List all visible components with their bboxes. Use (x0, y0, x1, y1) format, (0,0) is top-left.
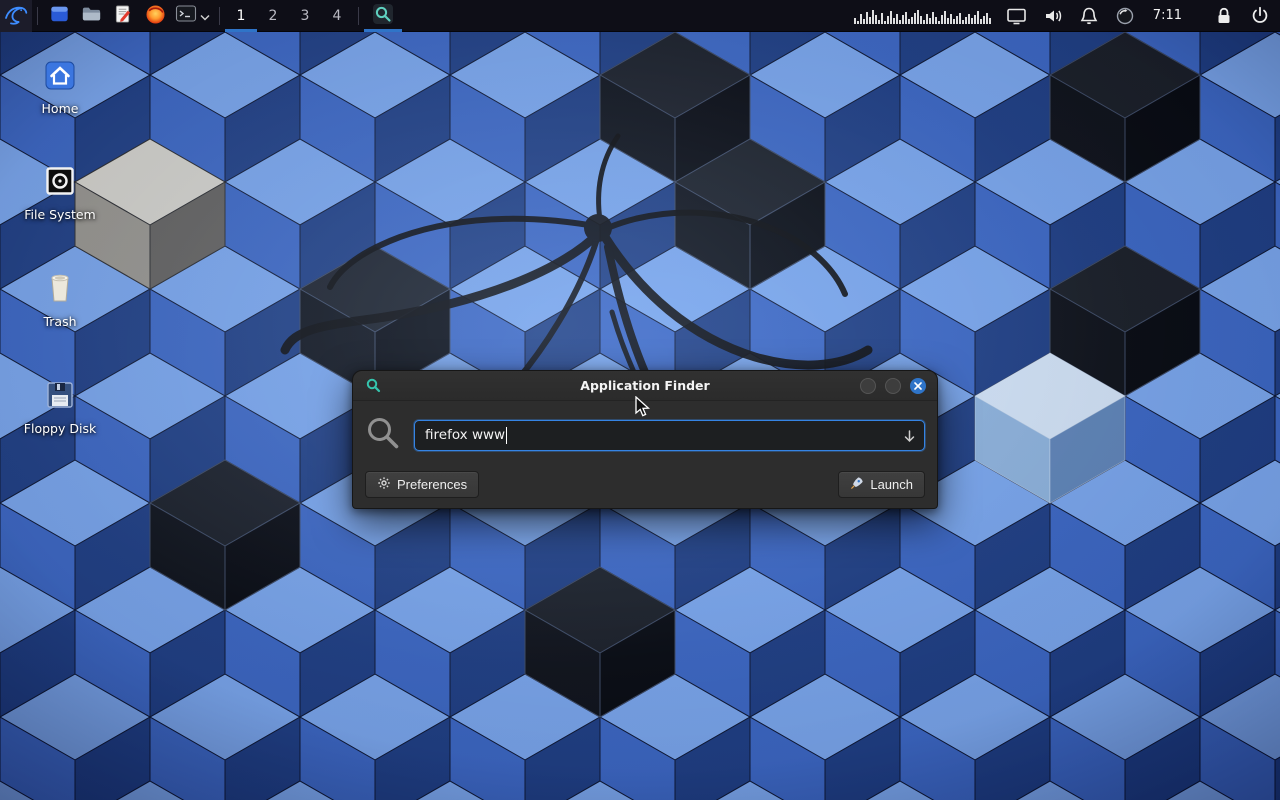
application-finder-task-icon (372, 3, 394, 29)
document-icon (113, 4, 133, 29)
launch-icon (850, 476, 864, 493)
preferences-button[interactable]: Preferences (365, 471, 479, 498)
kali-logo-icon (3, 2, 29, 30)
lock-icon[interactable] (1212, 4, 1236, 28)
workspace-1[interactable]: 1 (225, 0, 257, 32)
text-caret (506, 427, 507, 444)
desktop-icon-label: File System (24, 207, 96, 222)
dropdown-arrow-icon[interactable] (903, 429, 916, 448)
firefox-icon (145, 4, 166, 29)
launch-button-label: Launch (870, 477, 913, 492)
panel-separator (37, 7, 38, 25)
close-button[interactable] (910, 378, 926, 394)
panel-separator (358, 7, 359, 25)
desktop-icon-label: Floppy Disk (24, 421, 96, 436)
minimize-button[interactable] (860, 378, 876, 394)
launcher-firefox[interactable] (139, 0, 171, 32)
search-icon (365, 415, 401, 455)
kali-menu-button[interactable] (0, 0, 32, 32)
terminal-icon (175, 3, 197, 28)
desktop-icon-trash[interactable]: Trash (18, 271, 102, 329)
search-input-value: firefox www (425, 427, 505, 443)
desktop-icon-floppy-disk[interactable]: Floppy Disk (18, 378, 102, 436)
panel-left-group: 1 2 3 4 (0, 0, 402, 31)
preferences-button-label: Preferences (397, 477, 467, 492)
file-system-icon (43, 164, 77, 202)
desktop-icon-home[interactable]: Home (18, 58, 102, 116)
launcher-text-editor[interactable] (107, 0, 139, 32)
finder-body: firefox www Preferences (353, 401, 937, 508)
home-icon (43, 58, 77, 96)
floppy-disk-icon (43, 378, 77, 416)
panel-right-group: 7:11 (853, 0, 1280, 31)
audio-visualizer (853, 1, 993, 31)
update-status-icon[interactable] (1113, 4, 1137, 28)
launcher-file-manager[interactable] (75, 0, 107, 32)
panel-separator (219, 7, 220, 25)
desktop-icon-file-system[interactable]: File System (18, 164, 102, 222)
blue-window-icon (49, 4, 70, 28)
gear-icon (377, 476, 391, 493)
application-finder-window: Application Finder firefox www (352, 370, 938, 509)
titlebar[interactable]: Application Finder (353, 371, 937, 401)
workspace-2[interactable]: 2 (257, 0, 289, 32)
desktop-icon-label: Home (42, 101, 79, 116)
desktop-icon-label: Trash (43, 314, 76, 329)
taskbar-application-finder[interactable] (364, 0, 402, 32)
window-title: Application Finder (353, 378, 937, 393)
volume-icon[interactable] (1041, 4, 1065, 28)
display-icon[interactable] (1005, 4, 1029, 28)
launcher-files-app[interactable] (43, 0, 75, 32)
launcher-terminal-group[interactable] (171, 0, 214, 31)
power-icon[interactable] (1248, 4, 1272, 28)
clock[interactable]: 7:11 (1149, 8, 1186, 23)
chevron-down-icon[interactable] (200, 6, 210, 25)
folder-icon (81, 4, 102, 28)
workspace-3[interactable]: 3 (289, 0, 321, 32)
top-panel: 1 2 3 4 (0, 0, 1280, 32)
search-input[interactable]: firefox www (414, 420, 925, 451)
notifications-bell-icon[interactable] (1077, 4, 1101, 28)
maximize-button[interactable] (885, 378, 901, 394)
trash-icon (43, 271, 77, 309)
launch-button[interactable]: Launch (838, 471, 925, 498)
workspace-4[interactable]: 4 (321, 0, 353, 32)
window-controls (860, 378, 926, 394)
